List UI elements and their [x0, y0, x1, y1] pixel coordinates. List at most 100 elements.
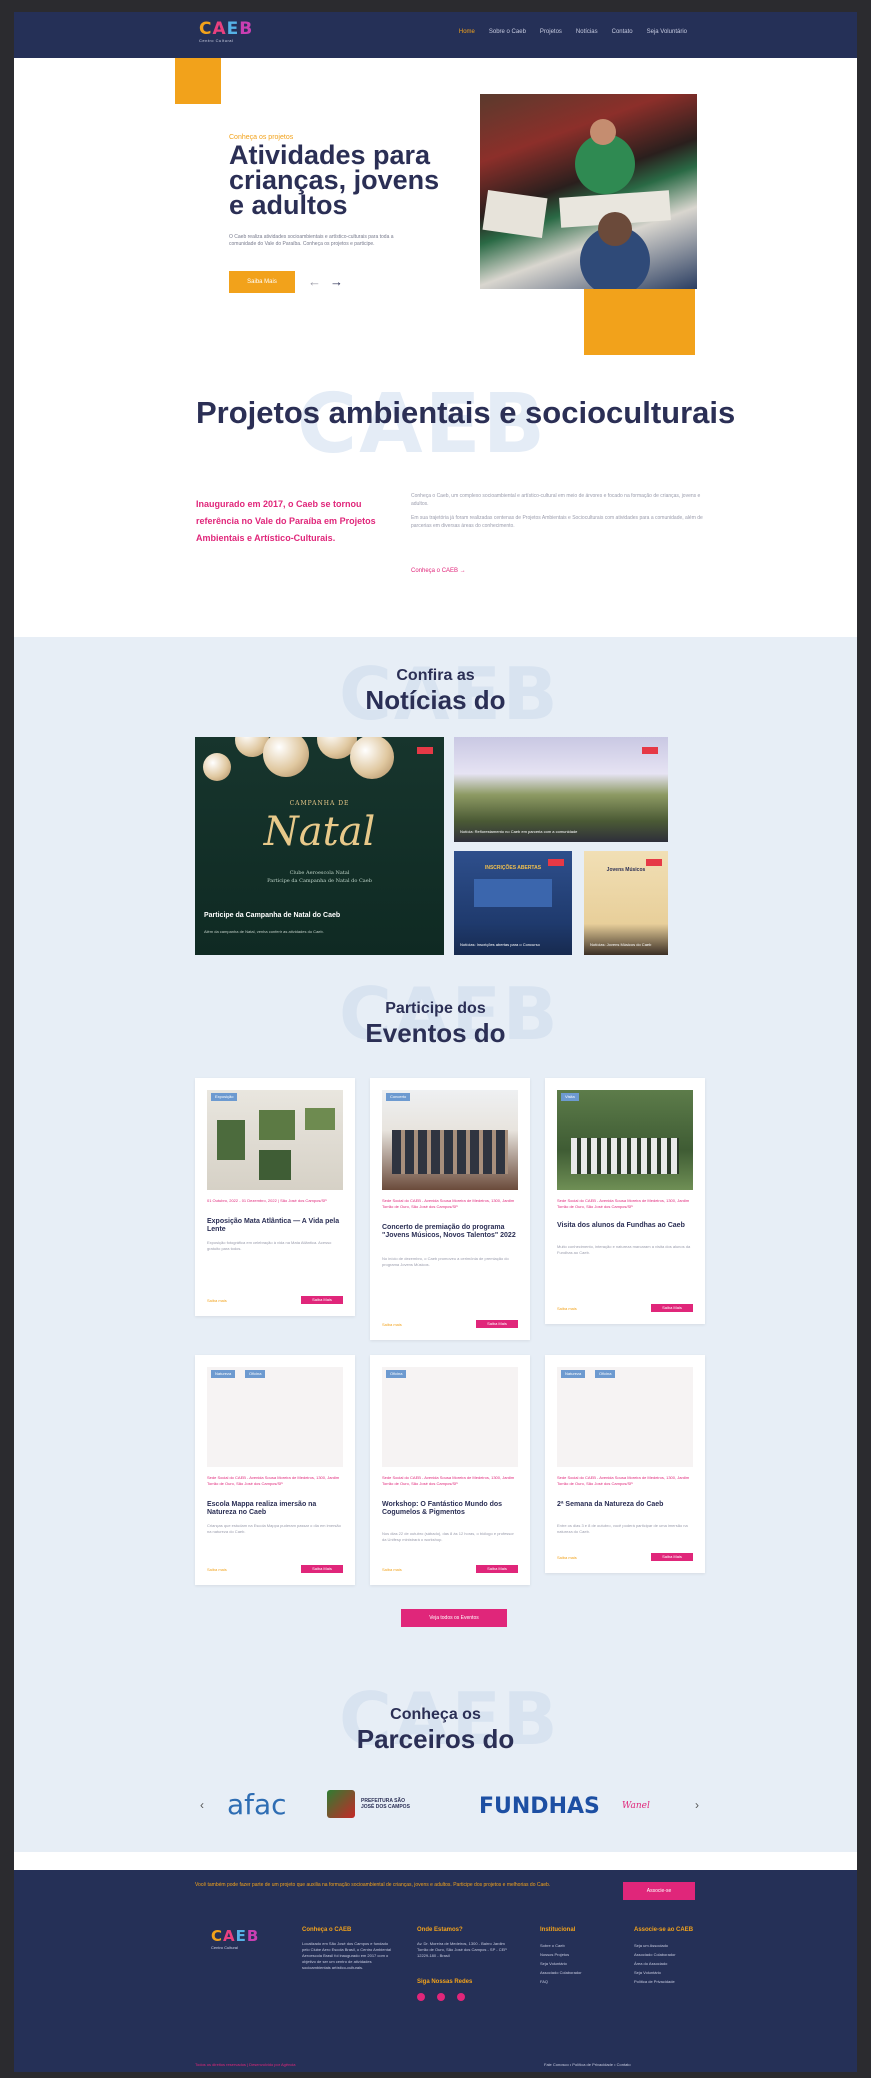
footer-col-about: Conheça o CAEB Localizado em São José do… — [302, 1927, 392, 1971]
footer-col-text: Av. Dr. Moreira de Medeiros, 1300 - Bair… — [417, 1941, 507, 1958]
event-card[interactable]: Natureza Oficina Sede Social do CAEB - A… — [195, 1355, 355, 1585]
event-tag: Oficina — [245, 1370, 266, 1378]
news-subtitle: Confira as — [396, 667, 475, 684]
event-title: Visita dos alunos da Fundhas ao Caeb — [557, 1222, 685, 1229]
footer-col-title: Conheça o CAEB — [302, 1927, 352, 1933]
footer-link[interactable]: Associado Colaborador — [540, 1968, 620, 1977]
event-meta: Sede Social do CAEB - Avenida Sousa More… — [207, 1475, 340, 1486]
news-card-reflorestamento[interactable]: Notícia: Reflorestamento no Caeb em parc… — [454, 737, 668, 842]
event-button[interactable]: Saiba Mais — [476, 1320, 518, 1328]
event-card[interactable]: Oficina Sede Social do CAEB - Avenida So… — [370, 1355, 530, 1585]
projects-link[interactable]: Conheça o CAEB → — [411, 568, 466, 574]
news-badge — [642, 747, 658, 754]
event-meta: Sede Social do CAEB - Avenida Sousa More… — [382, 1475, 515, 1486]
event-desc: No início de dezembro, o Caeb promoveu a… — [382, 1256, 509, 1267]
news-card-jovens-musicos[interactable]: Jovens Músicos Notícias: Jovens Músicos … — [584, 851, 668, 955]
footer-link[interactable]: Nossos Projetos — [540, 1950, 620, 1959]
nav-projetos[interactable]: Projetos — [540, 29, 562, 35]
news-featured-title: Participe da Campanha de Natal do Caeb — [204, 912, 341, 919]
event-card[interactable]: Natureza Oficina Sede Social do CAEB - A… — [545, 1355, 705, 1573]
partners-prev-icon[interactable]: ‹ — [200, 1798, 204, 1812]
caeb-logo[interactable]: CAEB Centro Cultural — [199, 21, 253, 44]
instagram-icon[interactable] — [437, 1993, 445, 2001]
footer-link[interactable]: Área do Associado — [634, 1959, 724, 1968]
hero-accent-square — [175, 58, 221, 104]
hero-cta-button[interactable]: Saiba Mais — [229, 271, 295, 293]
nav-noticias[interactable]: Notícias — [576, 29, 598, 35]
footer-col-institucional: Institucional Sobre o Caeb Nossos Projet… — [540, 1927, 620, 1986]
footer-col-title: Onde Estamos? — [417, 1927, 463, 1933]
footer-logo-subtitle: Centro Cultural — [211, 1945, 238, 1950]
news-badge — [548, 859, 564, 866]
event-button[interactable]: Saiba Mais — [301, 1565, 343, 1573]
partners-next-icon[interactable]: › — [695, 1798, 699, 1812]
slider-next-icon[interactable]: → — [330, 274, 343, 289]
event-button[interactable]: Saiba Mais — [651, 1553, 693, 1561]
nav-sobre[interactable]: Sobre o Caeb — [489, 29, 526, 35]
event-card[interactable]: Visita Sede Social do CAEB - Avenida Sou… — [545, 1078, 705, 1324]
news-title: Notícias do — [365, 685, 506, 715]
event-meta: Sede Social do CAEB - Avenida Sousa More… — [382, 1198, 515, 1209]
event-more[interactable]: Saiba mais — [557, 1306, 577, 1311]
all-events-button[interactable]: Veja todos os Eventos — [401, 1609, 507, 1627]
logo-subtitle: Centro Cultural — [199, 38, 234, 43]
hero-title: Atividades para crianças, jovens e adult… — [229, 140, 440, 220]
footer-link[interactable]: Associado Colaborador — [634, 1950, 724, 1959]
footer-associe-button[interactable]: Associe-se — [623, 1882, 695, 1900]
news-banner-kicker: CAMPANHA DE — [289, 800, 350, 807]
news-badge — [646, 859, 662, 866]
event-desc: Nos dias 22 de outubro (sábado), das 8 à… — [382, 1531, 514, 1542]
footer-logo[interactable]: CAEB Centro Cultural — [211, 1927, 259, 1950]
events-title: Eventos do — [365, 1018, 506, 1048]
event-more[interactable]: Saiba mais — [382, 1567, 402, 1572]
slider-prev-icon[interactable]: ← — [308, 274, 321, 289]
event-tag: Concerto — [386, 1093, 411, 1101]
news-card-caption: Notícias: Inscrições abertas para o Conc… — [460, 942, 540, 947]
nav-home[interactable]: Home — [459, 29, 475, 35]
partners-title: Parceiros do — [356, 1724, 515, 1754]
news-card-caption: Notícia: Reflorestamento no Caeb em parc… — [460, 829, 578, 834]
event-more[interactable]: Saiba mais — [557, 1555, 577, 1560]
projects-title: Projetos ambientais e socioculturais — [196, 395, 736, 430]
partner-logo-fundhas[interactable]: FUNDHAS — [479, 1794, 600, 1819]
event-button[interactable]: Saiba Mais — [476, 1565, 518, 1573]
event-more[interactable]: Saiba mais — [207, 1567, 227, 1572]
event-tag: Natureza — [211, 1370, 236, 1378]
event-image — [382, 1090, 518, 1190]
event-desc: Exposição fotográfica em celebração à vi… — [207, 1240, 332, 1251]
nav-voluntario[interactable]: Seja Voluntário — [647, 29, 687, 35]
footer-social-title: Siga Nossas Redes — [417, 1979, 473, 1985]
event-desc: Entre os dias 3 e 8 de outubro, você pod… — [557, 1523, 688, 1534]
footer-link[interactable]: Sobre o Caeb — [540, 1941, 620, 1950]
youtube-icon[interactable] — [457, 1993, 465, 2001]
projects-text: Conheça o Caeb, um complexo socioambient… — [411, 492, 711, 536]
event-meta: 01 Outubro, 2022 - 01 Dezembro, 2022 | S… — [207, 1198, 327, 1203]
news-banner-script: Natal — [263, 809, 376, 855]
event-tag: Visita — [561, 1093, 579, 1101]
event-more[interactable]: Saiba mais — [382, 1322, 402, 1327]
footer-social — [417, 1993, 507, 2001]
partner-logo-afac[interactable]: afac — [227, 1788, 287, 1821]
event-card[interactable]: Exposição 01 Outubro, 2022 - 01 Dezembro… — [195, 1078, 355, 1316]
footer-col-location: Onde Estamos? Av. Dr. Moreira de Medeiro… — [417, 1927, 507, 2001]
footer-link[interactable]: Política de Privacidade — [634, 1977, 724, 1986]
news-featured-card[interactable]: CAMPANHA DE Natal Clube Aeroescola Natal… — [195, 737, 444, 955]
partner-logo-prefeitura[interactable]: PREFEITURA SÃO JOSÉ DOS CAMPOS — [327, 1790, 419, 1818]
event-card[interactable]: Concerto Sede Social do CAEB - Avenida S… — [370, 1078, 530, 1340]
facebook-icon[interactable] — [417, 1993, 425, 2001]
footer-link[interactable]: Seja um Associado — [634, 1941, 724, 1950]
partner-logo-wanel[interactable]: Wanel — [622, 1801, 650, 1811]
news-card-banner: Jovens Músicos — [606, 867, 646, 873]
event-button[interactable]: Saiba Mais — [301, 1296, 343, 1304]
footer-link[interactable]: Seja Voluntário — [540, 1959, 620, 1968]
news-card-inscricoes[interactable]: INSCRIÇÕES ABERTAS Notícias: Inscrições … — [454, 851, 572, 955]
event-more[interactable]: Saiba mais — [207, 1298, 227, 1303]
footer-link[interactable]: FAQ — [540, 1977, 620, 1986]
event-button[interactable]: Saiba Mais — [651, 1304, 693, 1312]
footer-bottom-links[interactable]: Fale Conosco • Política de Privacidade •… — [544, 2062, 631, 2067]
events-subtitle: Participe dos — [385, 1000, 486, 1017]
news-badge — [417, 747, 433, 754]
footer-link[interactable]: Seja Voluntário — [634, 1968, 724, 1977]
nav-contato[interactable]: Contato — [612, 29, 633, 35]
event-image — [207, 1090, 343, 1190]
